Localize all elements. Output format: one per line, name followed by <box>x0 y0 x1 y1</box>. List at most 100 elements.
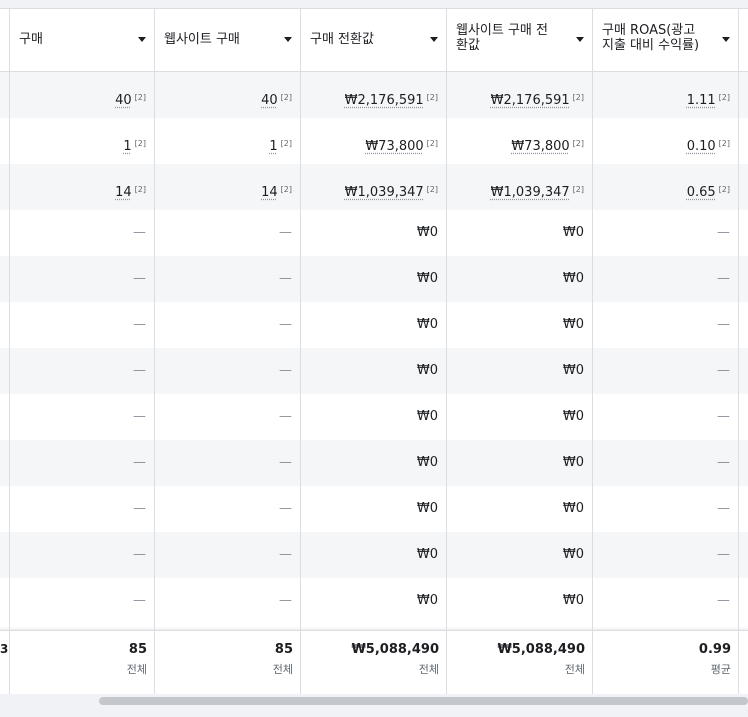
header-website-purchase-conversion-value[interactable]: 웹사이트 구매 전 환값 <box>446 9 592 71</box>
table-cell: ₩0 <box>300 302 446 348</box>
metric-value-link[interactable]: ₩73,800 <box>365 139 423 154</box>
empty-value: — <box>279 501 292 516</box>
empty-value: — <box>133 271 146 286</box>
table-cell: ₩0 <box>300 348 446 394</box>
metric-value-link[interactable]: ₩1,039,347 <box>345 185 424 200</box>
sort-dropdown-icon[interactable] <box>138 37 146 42</box>
metric-value: ₩0 <box>562 409 584 424</box>
results-table: 구매 웹사이트 구매 구매 전환값 웹사이트 구매 전 환값 구매 ROAS(광고 지출… <box>0 8 748 694</box>
metric-value-link[interactable]: 0.10 <box>687 139 716 154</box>
table-cell: — <box>592 210 738 256</box>
table-cell: ₩2,176,591 [2] <box>446 72 592 118</box>
metric-value: ₩0 <box>562 317 584 332</box>
table-row: — — ₩0 ₩0 — <box>0 486 748 532</box>
empty-value: — <box>717 271 730 286</box>
metric-value-link[interactable]: 1 <box>123 139 131 154</box>
empty-value: — <box>717 409 730 424</box>
header-purchases[interactable]: 구매 <box>9 9 154 71</box>
table-cell: ₩0 <box>446 486 592 532</box>
metric-value-link[interactable]: 14 <box>261 185 278 200</box>
footnote-marker: [2] <box>572 139 584 148</box>
footnote-marker: [2] <box>134 139 146 148</box>
empty-value: — <box>133 547 146 562</box>
metric-value-link[interactable]: ₩73,800 <box>511 139 569 154</box>
table-cell: — <box>154 440 300 486</box>
metric-value: ₩0 <box>562 547 584 562</box>
table-cell: ₩73,800 [2] <box>300 118 446 164</box>
table-cell: — <box>9 532 154 578</box>
metric-value-link[interactable]: 0.65 <box>687 185 716 200</box>
summary-left-fragment: 3 <box>0 642 9 656</box>
footnote-marker: [2] <box>572 93 584 102</box>
table-cell: ₩0 <box>300 578 446 624</box>
metric-value-link[interactable]: 40 <box>261 93 278 108</box>
metric-value-link[interactable]: ₩1,039,347 <box>491 185 570 200</box>
table-cell: — <box>9 394 154 440</box>
metric-value: ₩0 <box>416 409 438 424</box>
table-cell: — <box>154 210 300 256</box>
metric-value: ₩0 <box>562 271 584 286</box>
table-cell: — <box>592 348 738 394</box>
table-cell: — <box>154 256 300 302</box>
scrollbar-thumb[interactable] <box>99 697 748 705</box>
table-row: — — ₩0 ₩0 — <box>0 578 748 624</box>
sort-dropdown-icon[interactable] <box>722 37 730 42</box>
table-row: — — ₩0 ₩0 — <box>0 440 748 486</box>
metric-value: ₩0 <box>416 317 438 332</box>
table-row: — — ₩0 ₩0 — <box>0 348 748 394</box>
column-divider <box>446 8 447 694</box>
metric-value: ₩0 <box>416 455 438 470</box>
header-purchase-roas[interactable]: 구매 ROAS(광고 지출 대비 수익률) <box>592 9 738 71</box>
metric-value-link[interactable]: 1.11 <box>687 93 716 108</box>
table-cell: — <box>592 302 738 348</box>
empty-value: — <box>133 317 146 332</box>
table-cell: — <box>592 440 738 486</box>
table-cell: ₩1,039,347 [2] <box>446 164 592 210</box>
table-cell: — <box>9 440 154 486</box>
footnote-marker: [2] <box>572 185 584 194</box>
metric-value: ₩0 <box>416 363 438 378</box>
metric-value-link[interactable]: 1 <box>269 139 277 154</box>
table-cell: — <box>592 486 738 532</box>
empty-value: — <box>133 501 146 516</box>
table-cell: — <box>154 532 300 578</box>
summary-total: 85 <box>128 642 147 657</box>
table-cell: ₩0 <box>446 256 592 302</box>
summary-cell: 0.99 평균 <box>592 631 738 694</box>
column-header-label: 구매 <box>19 32 43 47</box>
horizontal-scrollbar[interactable] <box>0 694 748 717</box>
sort-dropdown-icon[interactable] <box>430 37 438 42</box>
metric-value-link[interactable]: ₩2,176,591 <box>491 93 570 108</box>
table-cell: 0.65 [2] <box>592 164 738 210</box>
column-divider <box>300 8 301 694</box>
empty-value: — <box>133 593 146 608</box>
table-cell: — <box>154 302 300 348</box>
empty-value: — <box>279 455 292 470</box>
sort-dropdown-icon[interactable] <box>284 37 292 42</box>
table-cell: ₩0 <box>446 348 592 394</box>
metric-value-link[interactable]: 40 <box>115 93 132 108</box>
column-header-label: 웹사이트 구매 <box>164 32 240 47</box>
footnote-marker: [2] <box>134 93 146 102</box>
sort-dropdown-icon[interactable] <box>576 37 584 42</box>
table-cell: 14 [2] <box>9 164 154 210</box>
metric-value: ₩0 <box>562 593 584 608</box>
footnote-marker: [2] <box>718 185 730 194</box>
header-website-purchases[interactable]: 웹사이트 구매 <box>154 9 300 71</box>
header-purchase-conversion-value[interactable]: 구매 전환값 <box>300 9 446 71</box>
empty-value: — <box>279 271 292 286</box>
summary-total: ₩5,088,490 <box>497 642 585 657</box>
metric-value: ₩0 <box>562 455 584 470</box>
summary-cell: 85 전체 <box>9 631 154 694</box>
table-row: — — ₩0 ₩0 — <box>0 210 748 256</box>
table-cell: — <box>154 348 300 394</box>
metric-value-link[interactable]: 14 <box>115 185 132 200</box>
footnote-marker: [2] <box>718 93 730 102</box>
empty-value: — <box>133 363 146 378</box>
table-cell: ₩0 <box>300 210 446 256</box>
summary-label: 전체 <box>272 663 293 676</box>
metric-value: ₩0 <box>416 593 438 608</box>
empty-value: — <box>717 363 730 378</box>
footnote-marker: [2] <box>426 139 438 148</box>
metric-value-link[interactable]: ₩2,176,591 <box>345 93 424 108</box>
